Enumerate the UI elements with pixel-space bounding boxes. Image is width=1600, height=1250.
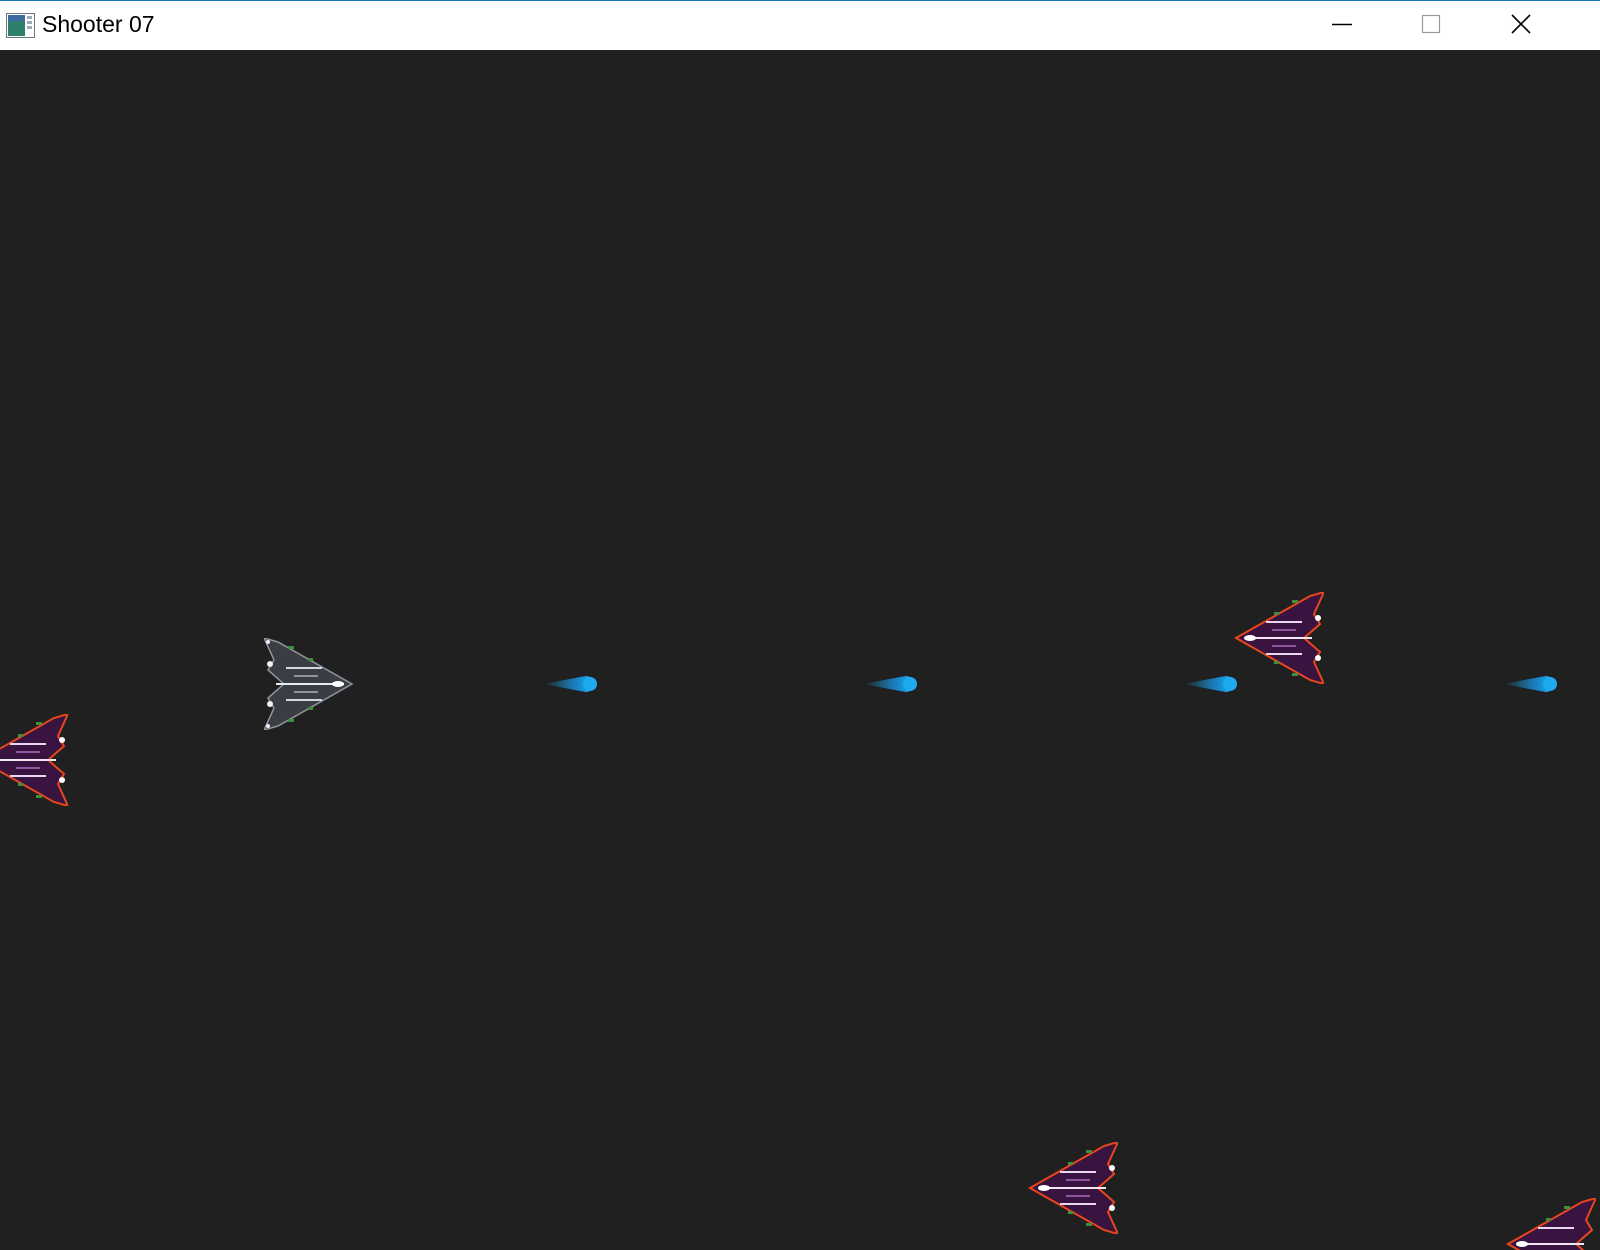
window-title: Shooter 07	[42, 11, 155, 37]
game-viewport[interactable]	[0, 50, 1600, 1250]
enemy-ship-icon[interactable]	[1502, 1198, 1596, 1250]
bullet-icon	[544, 676, 597, 692]
enemy-ship-icon[interactable]	[1024, 1142, 1118, 1234]
title-bar[interactable]: Shooter 07	[0, 0, 1600, 50]
close-button[interactable]	[1508, 1, 1598, 49]
app-window-icon	[6, 13, 35, 38]
enemy-ship-icon[interactable]	[1230, 592, 1324, 684]
game-window: Shooter 07	[0, 0, 1600, 1250]
bullet-icon	[1504, 676, 1557, 692]
close-icon	[1511, 14, 1531, 34]
minimize-icon	[1332, 23, 1352, 26]
enemy-ship-icon[interactable]	[0, 714, 68, 806]
player-ship-icon[interactable]	[264, 638, 358, 730]
minimize-button[interactable]	[1324, 1, 1414, 49]
maximize-button[interactable]	[1414, 1, 1504, 49]
bullet-icon	[864, 676, 917, 692]
maximize-icon	[1421, 14, 1441, 34]
